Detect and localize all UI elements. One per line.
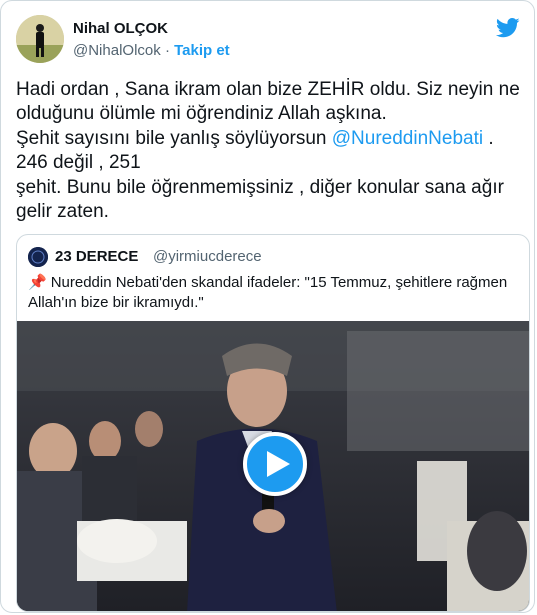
quoted-author-name: 23 DERECE (55, 248, 139, 265)
author-name[interactable]: Nihal OLÇOK (73, 20, 168, 37)
tweet-card: Nihal OLÇOK @NihalOlcok · Takip et Hadi … (0, 0, 535, 613)
author-handle[interactable]: @NihalOlcok (73, 42, 161, 59)
quoted-text: 📌 Nureddin Nebati'den skandal ifadeler: "… (28, 273, 518, 313)
twitter-bird-icon[interactable] (495, 17, 520, 39)
tweet-text: Hadi ordan , Sana ikram olan bize ZEHİR … (16, 78, 526, 224)
quoted-author-handle: @yirmiucderece (153, 248, 262, 265)
mention-link[interactable]: @NureddinNebati (332, 128, 483, 149)
separator-dot: · (164, 42, 170, 59)
video-thumbnail[interactable] (17, 321, 529, 611)
play-icon (267, 451, 290, 477)
author-avatar[interactable] (16, 15, 64, 63)
play-button[interactable] (243, 432, 307, 496)
pin-icon: 📌 (28, 274, 47, 291)
author-meta: @NihalOlcok · Takip et (73, 42, 230, 59)
quoted-tweet[interactable]: 23 DERECE @yirmiucderece 📌 Nureddin Nebat… (16, 234, 530, 612)
quoted-text-body: Nureddin Nebati'den skandal ifadeler: "1… (28, 274, 508, 311)
follow-button[interactable]: Takip et (174, 42, 230, 59)
quoted-avatar (28, 247, 48, 267)
